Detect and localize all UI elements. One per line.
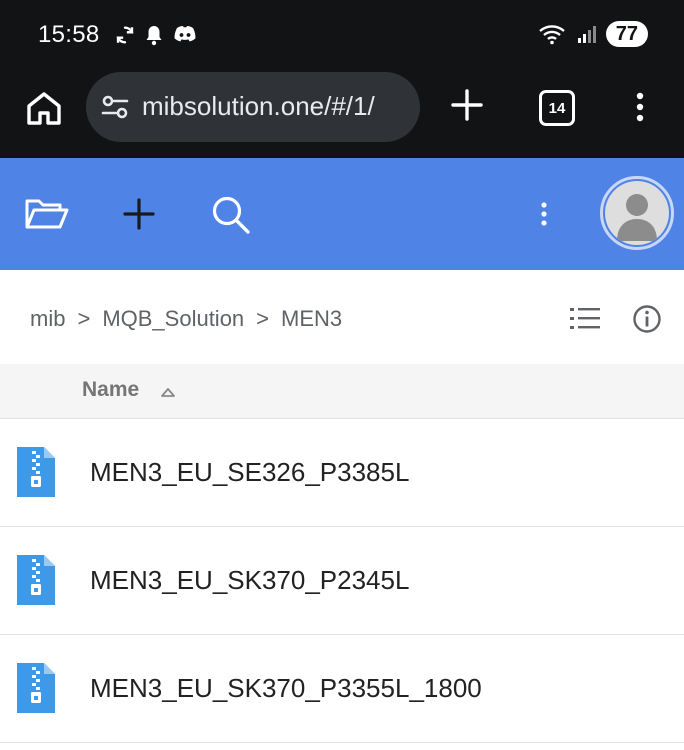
zip-file-icon: [17, 663, 55, 713]
breadcrumb-separator: >: [77, 306, 91, 331]
column-header-name[interactable]: Name: [82, 378, 139, 402]
zip-file-icon: [17, 447, 55, 497]
list-item[interactable]: MEN3_EU_SK370_P3355L_1800: [0, 635, 684, 743]
file-name: MEN3_EU_SK370_P2345L: [90, 565, 410, 595]
file-name: MEN3_EU_SK370_P3355L_1800: [90, 673, 482, 703]
list-item[interactable]: MEN3_EU_SK370_P2345L: [0, 527, 684, 635]
breadcrumb-item-mib[interactable]: mib: [30, 306, 65, 332]
tab-switcher-button[interactable]: 14: [539, 90, 575, 126]
browser-toolbar: mibsolution.one/#/1/ 14: [0, 70, 684, 158]
site-settings-icon[interactable]: [100, 92, 130, 122]
status-time: 15:58: [38, 21, 100, 48]
home-icon[interactable]: [24, 88, 64, 128]
breadcrumb: mib > MQB_Solution > MEN3: [30, 306, 342, 332]
zip-file-icon: [17, 555, 55, 605]
battery-indicator: 77: [605, 21, 648, 47]
search-icon[interactable]: [210, 194, 252, 236]
url-text: mibsolution.one/#/1/: [142, 91, 375, 121]
user-avatar-icon: [605, 181, 669, 245]
breadcrumb-item-men3[interactable]: MEN3: [281, 306, 342, 332]
user-avatar-button[interactable]: [600, 176, 674, 250]
tab-count: 14: [548, 99, 566, 117]
plus-icon[interactable]: [121, 196, 157, 232]
app-toolbar: [0, 158, 684, 270]
list-item[interactable]: MEN3_EU_SE326_P3385L: [0, 419, 684, 527]
file-name: MEN3_EU_SE326_P3385L: [90, 457, 410, 487]
list-header: Name: [0, 364, 684, 419]
list-view-icon[interactable]: [568, 304, 602, 334]
folder-open-icon[interactable]: [24, 196, 70, 232]
breadcrumb-bar: mib > MQB_Solution > MEN3: [0, 270, 684, 365]
more-vert-icon[interactable]: [534, 198, 554, 230]
status-right: 77: [538, 21, 648, 47]
bell-icon: [146, 26, 162, 46]
sort-ascending-icon[interactable]: [160, 386, 176, 398]
breadcrumb-item-mqb-solution[interactable]: MQB_Solution: [102, 306, 244, 332]
breadcrumb-separator: >: [256, 306, 270, 331]
wifi-icon: [538, 25, 565, 45]
menu-dots-icon[interactable]: [628, 88, 652, 126]
signal-icon: [577, 26, 596, 43]
info-icon[interactable]: [632, 304, 662, 334]
sync-icon: [116, 26, 134, 44]
address-bar[interactable]: mibsolution.one/#/1/: [86, 72, 420, 142]
discord-icon: [174, 26, 196, 42]
status-bar: 15:58 77: [0, 0, 684, 70]
plus-icon[interactable]: [448, 86, 486, 124]
